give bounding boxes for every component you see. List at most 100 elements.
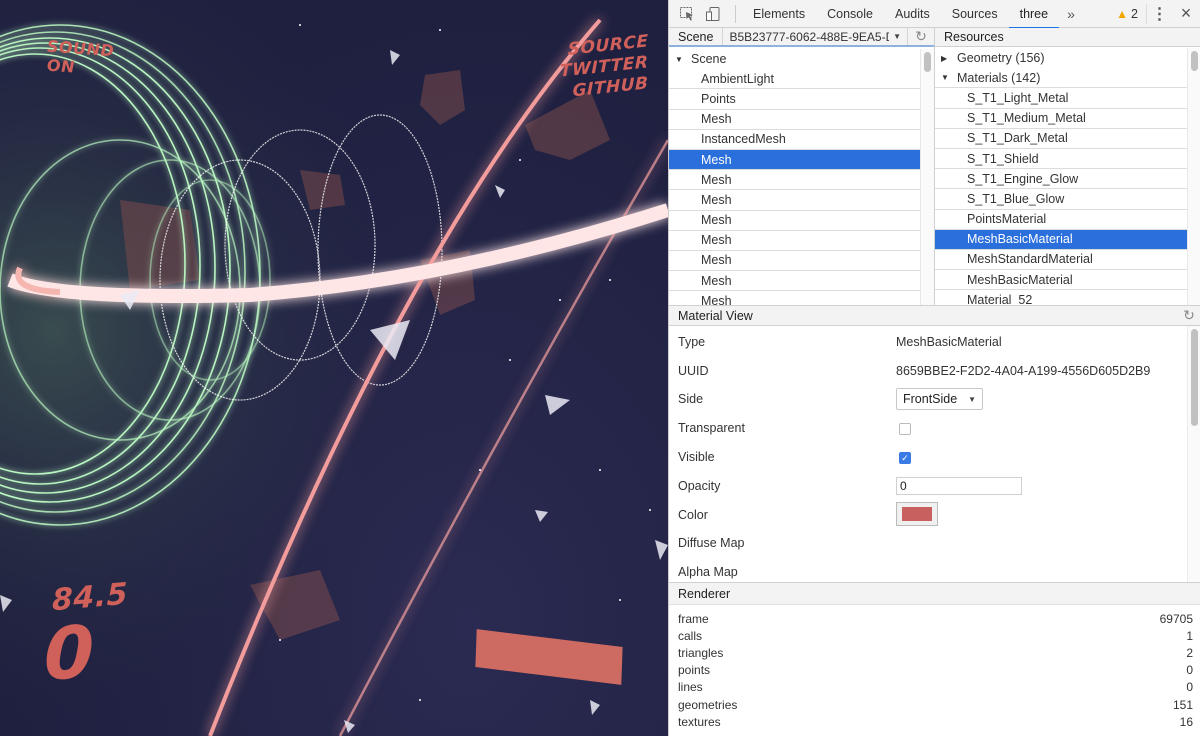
color-label: Color (678, 508, 708, 522)
stat-name: lines (678, 680, 703, 695)
more-tabs-icon[interactable]: » (1059, 6, 1083, 22)
external-links: SOURCE TWITTER GITHUB (560, 31, 648, 105)
tree-item[interactable]: Mesh (669, 211, 920, 231)
opacity-input[interactable]: 0 (896, 477, 1022, 495)
stat-row: lines 0 (669, 679, 1200, 696)
uuid-label: UUID (678, 364, 709, 378)
material-item[interactable]: S_T1_Blue_Glow (935, 189, 1187, 210)
scene-tree: ▼ Scene AmbientLight Points Mesh Instanc… (669, 49, 920, 305)
tab-elements[interactable]: Elements (742, 0, 816, 28)
resources-scrollbar[interactable] (1187, 48, 1200, 305)
stat-value: 1 (1186, 628, 1193, 643)
materials-group-label: Materials (142) (957, 70, 1041, 85)
material-view-title: Material View (678, 308, 753, 323)
stat-value: 69705 (1159, 611, 1193, 626)
tree-item[interactable]: AmbientLight (669, 69, 920, 90)
tree-item[interactable]: Mesh (669, 110, 920, 130)
device-toolbar-icon[interactable] (703, 4, 723, 24)
renderer-title: Renderer (678, 586, 731, 601)
material-item[interactable]: S_T1_Shield (935, 149, 1187, 170)
stat-name: geometries (678, 697, 738, 712)
transparent-checkbox[interactable] (899, 423, 911, 435)
color-swatch (902, 507, 932, 521)
collapsed-triangle-icon[interactable]: ▶ (941, 54, 957, 63)
resources-tree: ▶ Geometry (156) ▼ Materials (142) S_T1_… (935, 48, 1187, 305)
tree-item[interactable]: Points (669, 89, 920, 110)
tree-root[interactable]: ▼ Scene (669, 49, 920, 69)
refresh-icon[interactable]: ↻ (908, 28, 934, 45)
tree-item[interactable]: Mesh (669, 291, 920, 305)
side-label: Side (678, 392, 704, 406)
stat-name: frame (678, 611, 709, 626)
tree-item[interactable]: Mesh (669, 251, 920, 272)
color-picker[interactable] (896, 502, 938, 526)
material-item[interactable]: S_T1_Light_Metal (935, 88, 1187, 109)
material-scrollbar[interactable] (1187, 326, 1200, 582)
tree-item[interactable]: Mesh (669, 190, 920, 211)
visible-checkbox[interactable]: ✓ (899, 452, 911, 464)
tree-item-selected[interactable]: Mesh (669, 149, 920, 171)
tree-item[interactable]: Mesh (669, 231, 920, 251)
stat-value: 0 (1186, 663, 1193, 678)
diffuse-map-label: Diffuse Map (678, 536, 745, 550)
material-item[interactable]: MeshStandardMaterial (935, 250, 1187, 271)
geometry-group-label: Geometry (156) (957, 51, 1045, 66)
material-item[interactable]: Material_52 (935, 290, 1187, 305)
warnings-counter[interactable]: ▲ 2 (1116, 7, 1138, 21)
scene-select[interactable]: B5B23777-6062-488E-9EA5-D: ▼ (723, 28, 908, 45)
scrollbar-thumb[interactable] (1191, 329, 1198, 426)
material-item[interactable]: S_T1_Medium_Metal (935, 109, 1187, 129)
score-readout: 0 (44, 609, 95, 697)
tab-three[interactable]: three (1008, 0, 1060, 29)
type-value: MeshBasicMaterial (896, 335, 1002, 349)
chevron-down-icon: ▼ (968, 394, 976, 404)
expand-triangle-icon[interactable]: ▼ (675, 55, 691, 64)
sound-toggle[interactable]: SOUND ON (47, 37, 114, 82)
sound-state: ON (47, 55, 75, 77)
alpha-map-label: Alpha Map (678, 565, 738, 579)
close-icon[interactable]: × (1172, 3, 1200, 24)
stat-name: points (678, 663, 711, 678)
tab-sources[interactable]: Sources (941, 0, 1009, 28)
material-view: Type MeshBasicMaterial UUID 8659BBE2-F2D… (669, 326, 1200, 582)
toolbar-divider (735, 4, 736, 23)
stat-name: triangles (678, 645, 724, 660)
material-item[interactable]: PointsMaterial (935, 210, 1187, 230)
stat-value: 0 (1186, 680, 1193, 695)
material-item[interactable]: MeshBasicMaterial (935, 270, 1187, 291)
expand-triangle-icon[interactable]: ▼ (941, 73, 957, 82)
tab-console[interactable]: Console (816, 0, 884, 28)
material-item[interactable]: S_T1_Dark_Metal (935, 129, 1187, 149)
side-select[interactable]: FrontSide ▼ (896, 388, 983, 410)
warning-icon: ▲ (1116, 6, 1129, 21)
uuid-value: 8659BBE2-F2D2-4A04-A199-4556D605D2B9 (896, 364, 1151, 378)
stat-row: triangles 2 (669, 644, 1200, 661)
devtools-panel: Elements Console Audits Sources three » … (668, 0, 1200, 736)
tree-item[interactable]: Mesh (669, 271, 920, 292)
refresh-icon[interactable]: ↻ (1177, 307, 1200, 324)
scrollbar-thumb[interactable] (924, 52, 931, 72)
transparent-label: Transparent (678, 421, 745, 435)
inspect-element-icon[interactable] (677, 4, 697, 24)
tab-audits[interactable]: Audits (884, 0, 941, 28)
geometry-group[interactable]: ▶ Geometry (156) (935, 48, 1187, 68)
resources-label: Resources (944, 30, 1004, 44)
material-item-selected[interactable]: MeshBasicMaterial (935, 229, 1187, 250)
material-item[interactable]: S_T1_Engine_Glow (935, 169, 1187, 190)
game-scene (0, 0, 668, 736)
kebab-menu-icon[interactable]: ⋮ (1146, 3, 1172, 24)
side-select-value: FrontSide (903, 392, 958, 406)
stat-name: textures (678, 714, 721, 729)
scene-pane: Scene B5B23777-6062-488E-9EA5-D: ▼ ↻ ▼ S… (669, 28, 935, 305)
scene-scrollbar[interactable] (920, 49, 934, 305)
visible-label: Visible (678, 450, 715, 464)
scrollbar-thumb[interactable] (1191, 51, 1198, 71)
tree-item[interactable]: InstancedMesh (669, 130, 920, 150)
game-canvas[interactable]: SOUND ON SOURCE TWITTER GITHUB 84.5 0 (0, 0, 668, 736)
stat-value: 16 (1179, 714, 1193, 729)
tree-item[interactable]: Mesh (669, 170, 920, 191)
stat-name: calls (678, 628, 703, 643)
stat-row: textures 16 (669, 713, 1200, 730)
scene-label: Scene (669, 28, 724, 45)
materials-group[interactable]: ▼ Materials (142) (935, 68, 1187, 89)
